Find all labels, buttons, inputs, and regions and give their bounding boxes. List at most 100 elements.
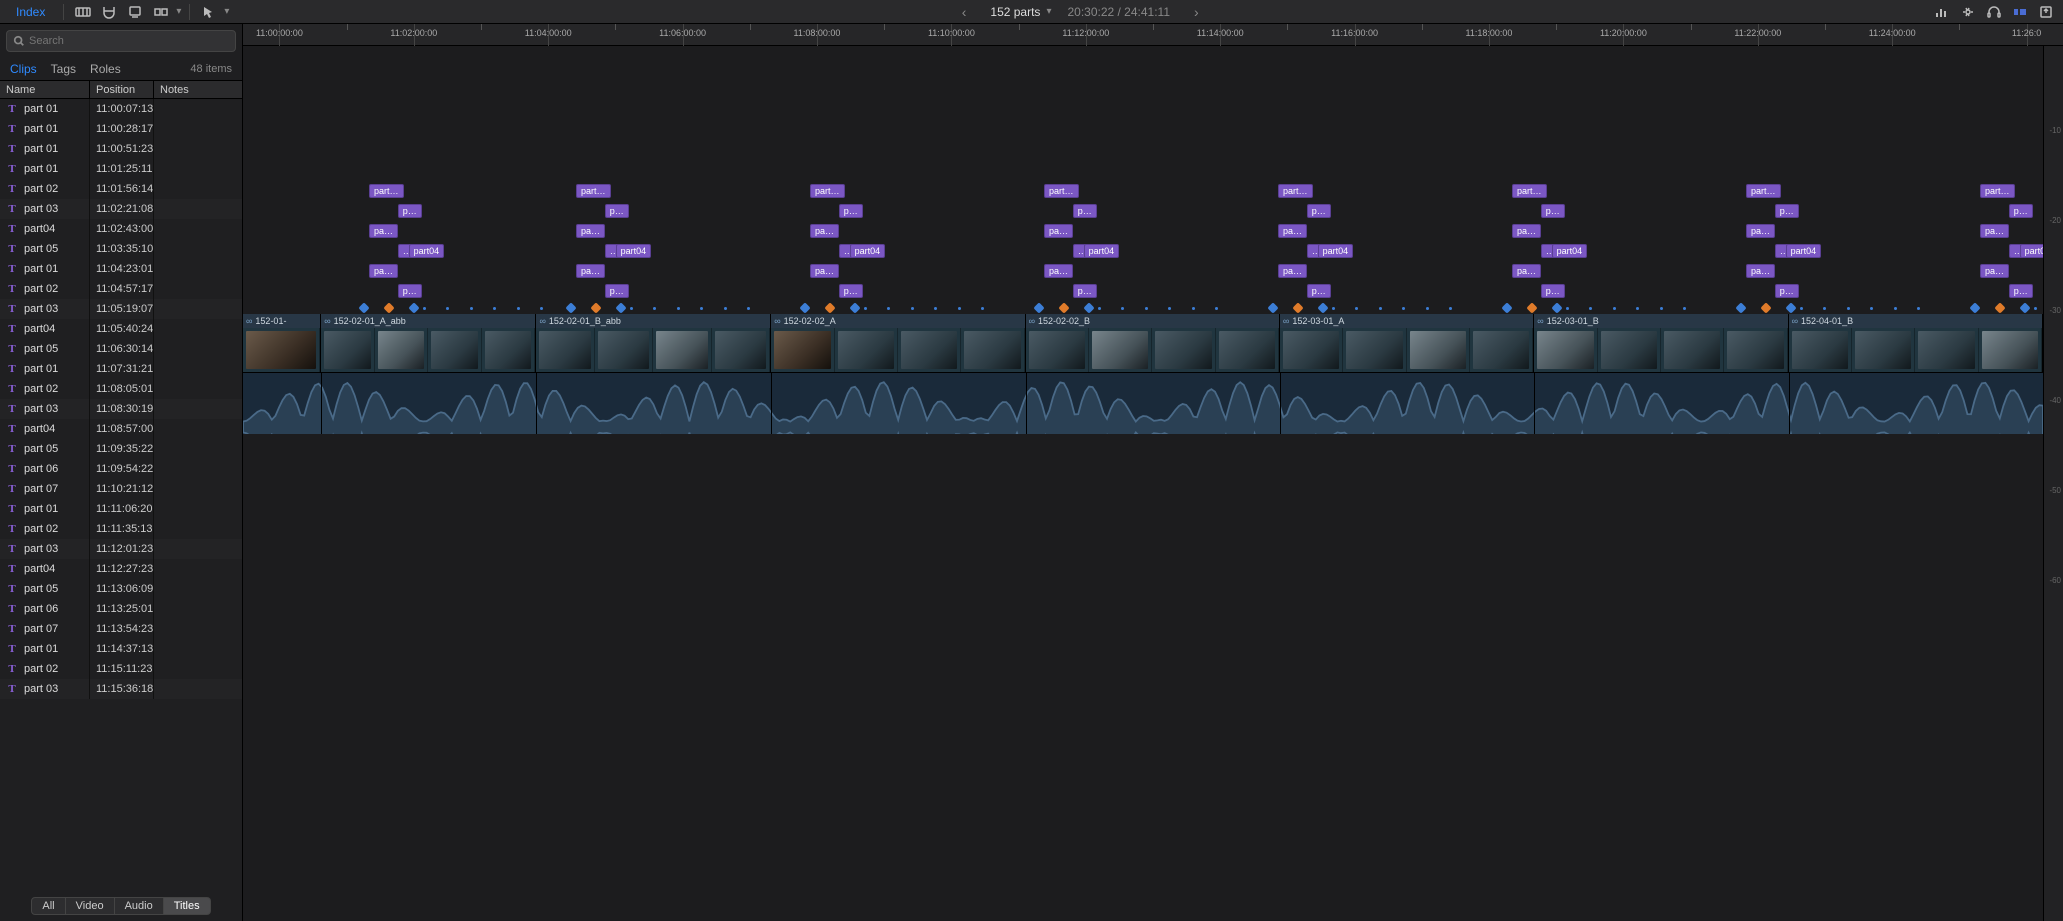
tab-clips[interactable]: Clips xyxy=(10,62,37,76)
list-item[interactable]: Tpart 0311:05:19:07 xyxy=(0,299,242,319)
marker[interactable]: p… xyxy=(1775,204,1799,218)
todo-marker[interactable] xyxy=(446,307,449,310)
title-chevron-icon[interactable]: ▾ xyxy=(1046,6,1051,17)
todo-marker[interactable] xyxy=(958,307,961,310)
todo-marker[interactable] xyxy=(1917,307,1920,310)
marker[interactable]: p… xyxy=(1775,284,1799,298)
list-item[interactable]: Tpart 0311:12:01:23 xyxy=(0,539,242,559)
chapter-marker[interactable] xyxy=(1995,302,2006,313)
list-item[interactable]: Tpart 0211:08:05:01 xyxy=(0,379,242,399)
marker[interactable]: p… xyxy=(398,284,422,298)
clip-list[interactable]: Tpart 0111:00:07:13Tpart 0111:00:28:17Tp… xyxy=(0,99,242,893)
chapter-marker[interactable] xyxy=(409,302,420,313)
todo-marker[interactable] xyxy=(1168,307,1171,310)
todo-marker[interactable] xyxy=(1121,307,1124,310)
marker-part04[interactable]: part04 xyxy=(616,244,652,258)
video-clip[interactable]: 152-02-01_B_abb xyxy=(536,314,771,372)
tab-roles[interactable]: Roles xyxy=(90,62,121,76)
marker[interactable]: pa… xyxy=(576,264,605,278)
clip-appearance-icon[interactable] xyxy=(2009,3,2031,21)
todo-marker[interactable] xyxy=(1589,307,1592,310)
marker[interactable]: pa… xyxy=(1278,264,1307,278)
marker[interactable]: pa… xyxy=(1746,224,1775,238)
audio-meter-icon[interactable] xyxy=(1931,3,1953,21)
col-position[interactable]: Position xyxy=(90,81,154,98)
filter-audio[interactable]: Audio xyxy=(115,897,164,915)
trim-chevron-icon[interactable]: ▾ xyxy=(176,6,181,17)
todo-marker[interactable] xyxy=(1566,307,1569,310)
chapter-marker[interactable] xyxy=(1552,302,1563,313)
marker[interactable]: pa… xyxy=(1746,264,1775,278)
marker[interactable]: part… xyxy=(1512,184,1547,198)
todo-marker[interactable] xyxy=(724,307,727,310)
trim-tool-icon[interactable] xyxy=(150,3,172,21)
marker[interactable]: part… xyxy=(576,184,611,198)
marker[interactable]: p… xyxy=(1073,284,1097,298)
filter-video[interactable]: Video xyxy=(66,897,115,915)
chapter-marker[interactable] xyxy=(1735,302,1746,313)
list-item[interactable]: Tpart 0311:15:36:18 xyxy=(0,679,242,699)
video-lane[interactable]: 152-01-152-02-01_A_abb152-02-01_B_abb 152… xyxy=(243,314,2043,372)
todo-marker[interactable] xyxy=(630,307,633,310)
marker[interactable]: pa… xyxy=(1980,224,2009,238)
chapter-marker[interactable] xyxy=(358,302,369,313)
index-toggle-button[interactable]: Index xyxy=(6,5,55,19)
chapter-marker[interactable] xyxy=(825,302,836,313)
list-item[interactable]: Tpart 0211:04:57:17 xyxy=(0,279,242,299)
todo-marker[interactable] xyxy=(653,307,656,310)
marker[interactable]: pa… xyxy=(1512,224,1541,238)
list-item[interactable]: Tpart 0511:06:30:14 xyxy=(0,339,242,359)
todo-marker[interactable] xyxy=(470,307,473,310)
list-item[interactable]: Tpart0411:08:57:00 xyxy=(0,419,242,439)
prev-timeline-button[interactable]: ‹ xyxy=(954,4,975,20)
todo-marker[interactable] xyxy=(700,307,703,310)
marker[interactable]: p… xyxy=(605,204,629,218)
todo-marker[interactable] xyxy=(1215,307,1218,310)
marker[interactable]: p… xyxy=(1307,204,1331,218)
marker-part04[interactable]: part04 xyxy=(1786,244,1822,258)
marker[interactable]: pa… xyxy=(1278,224,1307,238)
audio-lane[interactable] xyxy=(243,372,2043,434)
col-name[interactable]: Name xyxy=(0,81,90,98)
todo-marker[interactable] xyxy=(677,307,680,310)
todo-marker[interactable] xyxy=(517,307,520,310)
timeline[interactable]: 11:00:00:0011:02:00:0011:04:00:0011:06:0… xyxy=(243,24,2063,921)
video-clip[interactable]: 152-03-01_B xyxy=(1534,314,1788,372)
col-notes[interactable]: Notes xyxy=(154,81,242,98)
todo-marker[interactable] xyxy=(1894,307,1897,310)
video-clip[interactable]: 152-01- xyxy=(243,314,321,372)
skimming-icon[interactable] xyxy=(72,3,94,21)
list-item[interactable]: Tpart 0211:01:56:14 xyxy=(0,179,242,199)
marker[interactable]: part… xyxy=(810,184,845,198)
todo-marker[interactable] xyxy=(1379,307,1382,310)
todo-marker[interactable] xyxy=(1192,307,1195,310)
list-item[interactable]: Tpart 0211:11:35:13 xyxy=(0,519,242,539)
todo-marker[interactable] xyxy=(1870,307,1873,310)
chapter-marker[interactable] xyxy=(1527,302,1538,313)
list-item[interactable]: Tpart 0511:13:06:09 xyxy=(0,579,242,599)
marker[interactable]: pa… xyxy=(1512,264,1541,278)
todo-marker[interactable] xyxy=(1426,307,1429,310)
marker[interactable]: pa… xyxy=(810,264,839,278)
marker[interactable]: p… xyxy=(1073,204,1097,218)
todo-marker[interactable] xyxy=(1145,307,1148,310)
marker[interactable]: pa… xyxy=(576,224,605,238)
marker[interactable]: p… xyxy=(2009,284,2033,298)
chapter-marker[interactable] xyxy=(799,302,810,313)
todo-marker[interactable] xyxy=(864,307,867,310)
chapter-marker[interactable] xyxy=(850,302,861,313)
video-clip[interactable]: 152-02-01_A_abb xyxy=(321,314,536,372)
todo-marker[interactable] xyxy=(1098,307,1101,310)
marker[interactable]: p… xyxy=(1307,284,1331,298)
timeline-title[interactable]: 152 parts ▾ xyxy=(990,5,1051,19)
list-item[interactable]: Tpart 0611:13:25:01 xyxy=(0,599,242,619)
todo-marker[interactable] xyxy=(1683,307,1686,310)
marker[interactable]: p… xyxy=(839,284,863,298)
chapter-marker[interactable] xyxy=(616,302,627,313)
list-item[interactable]: Tpart 0111:11:06:20 xyxy=(0,499,242,519)
chapter-marker[interactable] xyxy=(1786,302,1797,313)
marker[interactable]: p… xyxy=(605,284,629,298)
chapter-marker[interactable] xyxy=(1293,302,1304,313)
marker[interactable]: pa… xyxy=(1980,264,2009,278)
tab-tags[interactable]: Tags xyxy=(51,62,76,76)
